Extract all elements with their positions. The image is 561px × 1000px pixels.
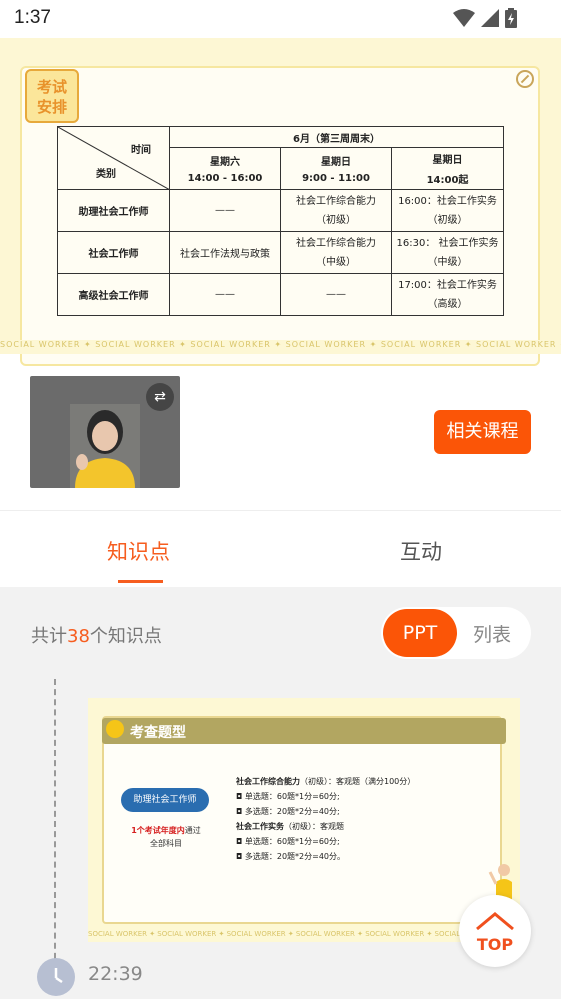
- corner-bottom-label: 类别: [96, 169, 116, 180]
- col-day: 星期日: [321, 157, 351, 168]
- fullscreen-icon[interactable]: [516, 70, 534, 88]
- list-view-button[interactable]: 列表: [473, 620, 511, 647]
- note-red: 1个考试年度内: [131, 826, 185, 835]
- ppt-view-button[interactable]: PPT: [383, 609, 457, 657]
- exam-schedule-badge: 考试 安排: [25, 69, 79, 123]
- swap-icon[interactable]: ⇄: [146, 383, 174, 411]
- teacher-video[interactable]: ⇄: [30, 376, 180, 488]
- pass-note: 1个考试年度内通过 全部科目: [124, 824, 208, 850]
- col-time: 9:00 - 11:00: [302, 173, 370, 184]
- list-item: 社会工作实务（初级）：客观题: [236, 822, 344, 831]
- table-cell: 社会工作综合能力 （初级）: [280, 189, 392, 232]
- timeline-line: [54, 679, 56, 969]
- watermark-strip: SOCIAL WORKER ✦ SOCIAL WORKER ✦ SOCIAL W…: [88, 930, 520, 938]
- list-item: ◘ 单选题：60题*1分=60分;: [236, 792, 340, 801]
- list-item: ◘ 单选题：60题*1分=60分;: [236, 837, 340, 846]
- top-label: TOP: [476, 935, 514, 954]
- clock-icon: [37, 958, 75, 996]
- smile-icon: [106, 720, 124, 738]
- wifi-icon: [453, 9, 475, 27]
- watermark-strip: SOCIAL WORKER ✦ SOCIAL WORKER ✦ SOCIAL W…: [0, 340, 561, 354]
- tab-knowledge-points[interactable]: 知识点: [107, 536, 170, 566]
- active-tab-indicator: [118, 580, 163, 583]
- list-item: ◘ 多选题：20题*2分=40分。: [236, 852, 346, 861]
- knowledge-count: 共计38个知识点: [31, 622, 162, 648]
- signal-icon: [481, 9, 499, 27]
- table-cell: ——: [169, 273, 281, 316]
- table-corner-cell: 时间 类别: [57, 126, 170, 190]
- slide-title: 考查题型: [130, 725, 186, 741]
- col-header: 星期日 14:00起: [391, 147, 504, 190]
- table-cell: 17:00：社会工作实务 （高级）: [391, 273, 504, 316]
- badge-text: 考试 安排: [36, 78, 67, 116]
- row-category: 社会工作师: [57, 231, 170, 274]
- col-header: 星期六 14:00 - 16:00: [169, 147, 281, 190]
- corner-top-label: 时间: [131, 145, 151, 156]
- related-courses-button[interactable]: 相关课程: [434, 410, 531, 454]
- table-row: 助理社会工作师 —— 社会工作综合能力 （初级） 16:00：社会工作实务 （初…: [57, 189, 504, 232]
- list-item: ◘ 多选题：20题*2分=40分;: [236, 807, 340, 816]
- col-time: 14:00 - 16:00: [187, 173, 263, 184]
- status-icons: [453, 8, 517, 28]
- table-cell: 16:30： 社会工作实务 （中级）: [391, 231, 504, 274]
- chevron-up-icon: [476, 912, 514, 931]
- divider: [0, 510, 561, 511]
- row-category: 助理社会工作师: [57, 189, 170, 232]
- teacher-figure: [70, 404, 140, 488]
- knowledge-summary-bar: 共计38个知识点 PPT 列表: [0, 587, 561, 679]
- list-item: 社会工作综合能力（初级）：客观题（满分100分）: [236, 777, 416, 786]
- exam-schedule-table: 时间 类别 6月（第三周周末） 星期六 14:00 - 16:00 星期日 9:00…: [57, 126, 504, 316]
- table-cell: ——: [280, 273, 392, 316]
- table-row: 社会工作师 社会工作法规与政策 社会工作综合能力 （中级） 16:30： 社会工…: [57, 231, 504, 274]
- col-time: 14:00起: [426, 175, 469, 186]
- table-cell: ——: [169, 189, 281, 232]
- table-row: 高级社会工作师 —— —— 17:00：社会工作实务 （高级）: [57, 273, 504, 316]
- status-bar: 1:37: [0, 0, 561, 38]
- timeline-time: 22:39: [88, 963, 143, 985]
- count-suffix: 个知识点: [89, 626, 162, 647]
- knowledge-slide-thumbnail[interactable]: 考查题型 助理社会工作师 1个考试年度内通过 全部科目 社会工作综合能力（初级）：…: [88, 698, 520, 942]
- question-types-list: 社会工作综合能力（初级）：客观题（满分100分） ◘ 单选题：60题*1分=60…: [236, 774, 415, 864]
- battery-icon: [505, 8, 517, 28]
- back-to-top-button[interactable]: TOP: [459, 895, 531, 967]
- month-header: 6月（第三周周末）: [169, 126, 504, 148]
- note-line2: 全部科目: [150, 839, 182, 848]
- col-header: 星期日 9:00 - 11:00: [280, 147, 392, 190]
- row-category: 高级社会工作师: [57, 273, 170, 316]
- table-cell: 社会工作法规与政策: [169, 231, 281, 274]
- tab-interaction[interactable]: 互动: [400, 536, 442, 566]
- level-pill: 助理社会工作师: [121, 788, 209, 812]
- col-day: 星期日: [432, 155, 463, 166]
- tab-bar: 知识点 互动: [0, 512, 561, 586]
- table-cell: 社会工作综合能力 （中级）: [280, 231, 392, 274]
- status-time: 1:37: [14, 7, 51, 28]
- table-cell: 16:00：社会工作实务 （初级）: [391, 189, 504, 232]
- note-rest: 通过: [184, 826, 201, 835]
- count-prefix: 共计: [31, 626, 67, 647]
- count-number: 38: [67, 626, 90, 647]
- col-day: 星期六: [210, 157, 240, 168]
- view-toggle: PPT 列表: [381, 607, 531, 659]
